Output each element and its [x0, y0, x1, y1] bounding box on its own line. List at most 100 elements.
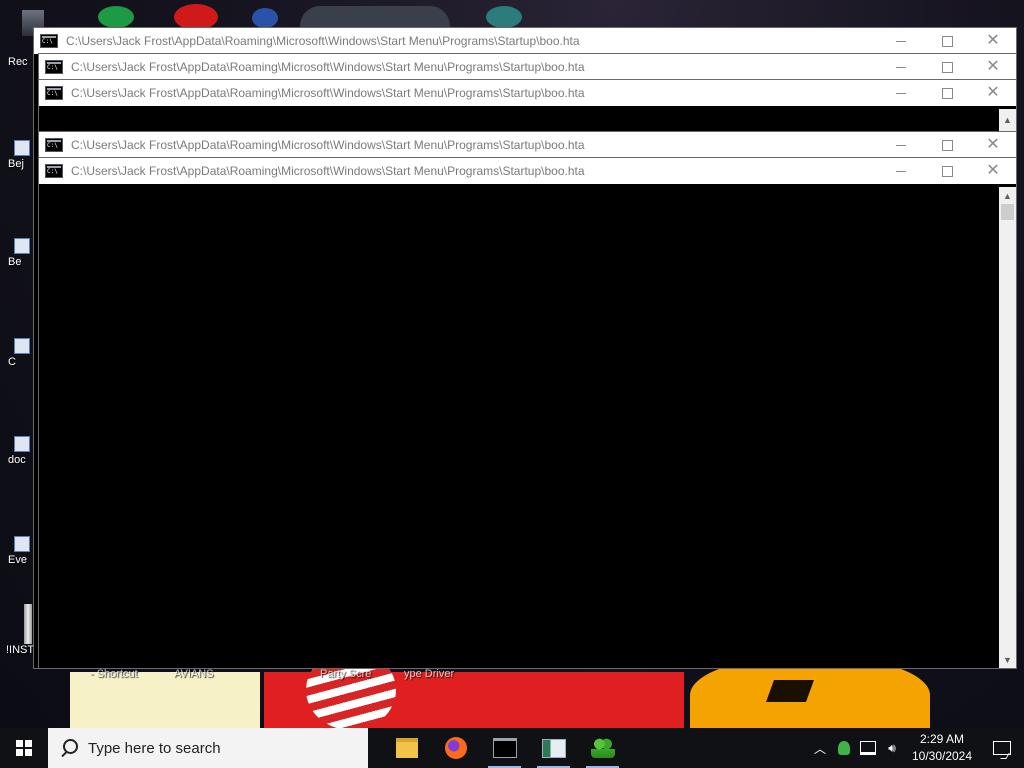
window-title-bar[interactable]: C:\Users\Jack Frost\AppData\Roaming\Micr… [39, 54, 1016, 80]
vertical-scrollbar[interactable]: ▲ ▼ [999, 187, 1016, 668]
windows-logo-icon [16, 740, 32, 756]
shortcut-icon [14, 436, 30, 452]
maximize-button[interactable] [924, 132, 970, 158]
file-explorer-icon [395, 738, 418, 758]
scroll-up-arrow-icon[interactable]: ▲ [999, 187, 1016, 204]
minimize-icon [896, 170, 906, 172]
minimize-icon [896, 40, 906, 42]
maximize-icon [941, 139, 953, 151]
search-icon [60, 739, 78, 758]
minimize-icon [896, 66, 906, 68]
wallpaper-shape-grey [300, 6, 450, 28]
window-title-bar[interactable]: C:\Users\Jack Frost\AppData\Roaming\Micr… [39, 132, 1016, 158]
installer-icon [24, 604, 32, 644]
close-button[interactable]: ✕ [970, 132, 1016, 158]
close-button[interactable]: ✕ [970, 158, 1016, 184]
clock-date: 10/30/2024 [911, 749, 973, 763]
maximize-button[interactable] [924, 54, 970, 80]
taskbar-firefox[interactable] [431, 728, 480, 768]
desktop-icon-label: Be [8, 256, 22, 268]
wallpaper-shape-blue [252, 8, 278, 28]
people-icon[interactable] [832, 728, 856, 768]
network-icon[interactable] [856, 728, 880, 768]
window-title: C:\Users\Jack Frost\AppData\Roaming\Micr… [71, 86, 585, 100]
system-tray: ︿ 🔊︎ 2:29 AM 10/30/2024 [808, 728, 1024, 768]
vertical-scrollbar[interactable]: ▲ [999, 109, 1016, 131]
scroll-down-arrow-icon[interactable]: ▼ [999, 651, 1016, 668]
desktop-icon-label: !INST [6, 644, 35, 656]
wallpaper-shape-red [174, 4, 218, 30]
close-icon: ✕ [986, 58, 1000, 75]
firefox-icon [444, 737, 467, 759]
maximize-button[interactable] [924, 28, 970, 54]
scroll-up-arrow-icon[interactable]: ▲ [999, 111, 1016, 128]
wallpaper-label: ype Driver [404, 668, 455, 680]
clock-time: 2:29 AM [919, 732, 965, 746]
desktop-icon-label: Rec [8, 56, 28, 68]
close-button[interactable]: ✕ [970, 80, 1016, 106]
window-title: C:\Users\Jack Frost\AppData\Roaming\Micr… [66, 34, 580, 48]
minimize-button[interactable] [878, 158, 924, 184]
console-output-area[interactable] [39, 187, 999, 668]
desktop-icon-shortcut[interactable]: doc [2, 436, 38, 467]
minimize-button[interactable] [878, 28, 924, 54]
maximize-button[interactable] [924, 80, 970, 106]
taskbar-app-window[interactable] [529, 728, 578, 768]
desktop-icon-installer[interactable]: !INST [2, 604, 38, 657]
taskbar-console[interactable] [480, 728, 529, 768]
taskbar: Type here to search ︿ 🔊︎ 2:29 AM 10/30/2… [0, 728, 1024, 768]
maximize-icon [941, 87, 953, 99]
search-box[interactable]: Type here to search [48, 728, 368, 768]
app-window-icon [541, 738, 566, 758]
wallpaper-paper [70, 672, 260, 728]
desktop-icon-recycle-bin[interactable]: Rec [2, 10, 44, 69]
desktop-icon-shortcut[interactable]: C [2, 338, 38, 369]
users-icon [590, 738, 615, 758]
console-icon [492, 738, 517, 758]
notification-center-button[interactable] [980, 728, 1024, 768]
scrollbar-thumb[interactable] [1001, 204, 1014, 220]
desktop-icon-label: Eve [8, 554, 27, 566]
start-button[interactable] [0, 728, 48, 768]
window-title-bar[interactable]: C:\Users\Jack Frost\AppData\Roaming\Micr… [34, 28, 1016, 54]
shortcut-icon [14, 536, 30, 552]
close-icon: ✕ [986, 32, 1000, 49]
maximize-button[interactable] [924, 158, 970, 184]
desktop-icon-label: Bej [8, 158, 24, 170]
desktop-icon-shortcut[interactable]: Bej [2, 140, 38, 171]
wallpaper-shape-green [98, 6, 134, 28]
minimize-button[interactable] [878, 80, 924, 106]
maximize-icon [941, 165, 953, 177]
console-icon [45, 138, 63, 152]
close-button[interactable]: ✕ [970, 54, 1016, 80]
console-window[interactable]: C:\Users\Jack Frost\AppData\Roaming\Micr… [39, 158, 1016, 668]
close-icon: ✕ [986, 136, 1000, 153]
close-button[interactable]: ✕ [970, 28, 1016, 54]
window-title-bar[interactable]: C:\Users\Jack Frost\AppData\Roaming\Micr… [39, 158, 1016, 184]
volume-icon[interactable]: 🔊︎ [880, 728, 904, 768]
search-placeholder: Type here to search [88, 739, 221, 757]
minimize-button[interactable] [878, 132, 924, 158]
minimize-button[interactable] [878, 54, 924, 80]
wallpaper-label: AVIANS [174, 668, 214, 680]
maximize-icon [941, 61, 953, 73]
maximize-icon [941, 35, 953, 47]
wallpaper-pumpkin-face [765, 680, 815, 702]
taskbar-users[interactable] [578, 728, 627, 768]
window-title: C:\Users\Jack Frost\AppData\Roaming\Micr… [71, 164, 585, 178]
desktop-icon-label: doc [8, 454, 26, 466]
taskbar-file-explorer[interactable] [382, 728, 431, 768]
window-title-bar[interactable]: C:\Users\Jack Frost\AppData\Roaming\Micr… [39, 80, 1016, 106]
console-icon [45, 60, 63, 74]
chevron-up-icon[interactable]: ︿ [808, 728, 832, 768]
desktop-icon-shortcut[interactable]: Be [2, 238, 38, 269]
notification-icon [993, 741, 1011, 755]
desktop-icon-shortcut[interactable]: Eve [2, 536, 38, 567]
minimize-icon [896, 92, 906, 94]
desktop-icon-label: C [8, 356, 16, 368]
console-icon [45, 86, 63, 100]
clock[interactable]: 2:29 AM 10/30/2024 [904, 731, 980, 765]
console-icon [40, 34, 58, 48]
wallpaper-label: - Shortcut [90, 668, 138, 680]
shortcut-icon [14, 338, 30, 354]
